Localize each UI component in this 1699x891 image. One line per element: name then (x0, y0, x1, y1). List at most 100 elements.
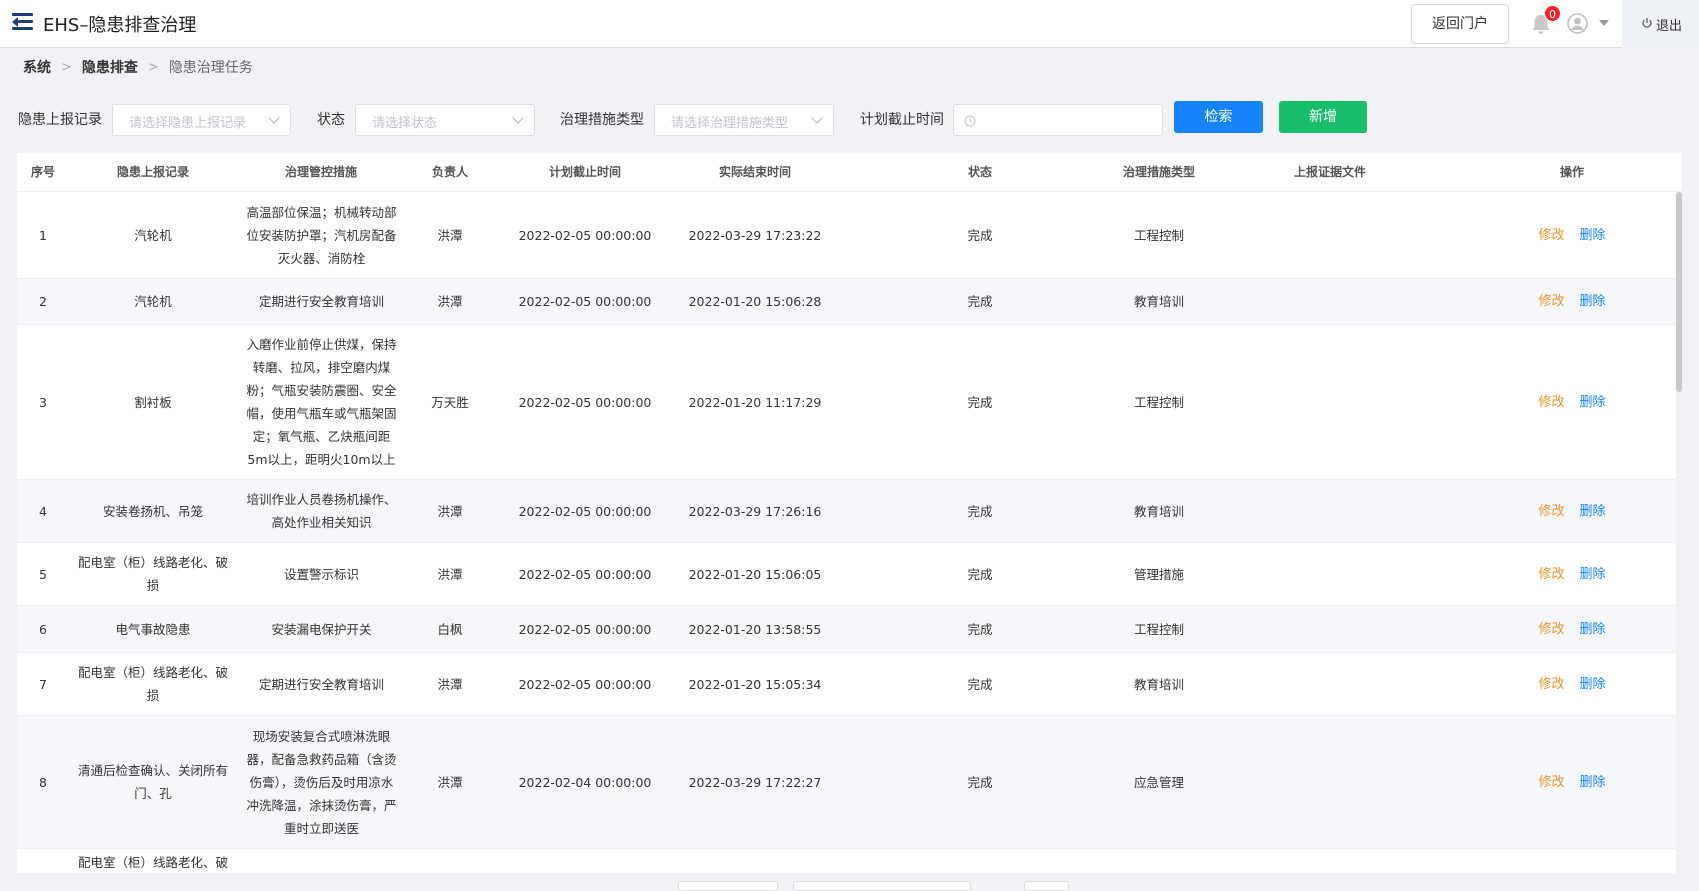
cell-record: 配电室（柜）线路老化、破 (77, 855, 228, 870)
column-header: 状态 (967, 165, 992, 179)
record-select[interactable]: 请选择隐患上报记录 (112, 104, 291, 136)
cell-actions: 修改 删除 (1482, 653, 1662, 715)
cell-actions: 修改 删除 (1482, 193, 1662, 278)
cell-actions: 修改 删除 (1482, 480, 1662, 542)
app-title: EHS–隐患排查治理 (43, 15, 197, 36)
cell-measure-type: 教育培训 (1133, 676, 1184, 692)
cell-no: 7 (39, 676, 47, 692)
cell-actual-end: 2022-03-29 17:23:22 (688, 228, 822, 243)
cell-actual-end: 2022-01-20 15:06:05 (688, 566, 822, 582)
cell-owner: 洪潭 (437, 676, 463, 692)
cell-owner: 洪潭 (437, 566, 463, 582)
edit-link[interactable]: 修改 (1538, 290, 1564, 313)
search-button[interactable]: 检索 (1174, 101, 1263, 133)
edit-link[interactable]: 修改 (1538, 673, 1564, 696)
delete-link[interactable]: 删除 (1580, 563, 1606, 586)
table-row: 配电室（柜）线路老化、破 (17, 849, 1676, 873)
breadcrumb-item-current: 隐患治理任务 (168, 60, 253, 76)
delete-link[interactable]: 删除 (1580, 771, 1606, 794)
table-row: 7 配电室（柜）线路老化、破损 定期进行安全教育培训 洪潭 2022-02-05… (17, 653, 1676, 716)
edit-link[interactable]: 修改 (1538, 771, 1564, 794)
breadcrumb-item-system[interactable]: 系统 (23, 57, 51, 77)
column-header: 上报证据文件 (1293, 165, 1366, 179)
logout-button[interactable]: 退出 (1622, 0, 1699, 48)
cell-measure: 现场安装复合式喷淋洗眼器，配备急救药品箱（含烫伤膏），烫伤后及时用凉水冲洗降温，… (246, 728, 397, 836)
menu-toggle-icon[interactable] (12, 13, 33, 31)
cell-actual-end: 2022-01-20 15:06:28 (688, 294, 822, 309)
cell-plan-deadline: 2022-02-05 00:00:00 (518, 503, 652, 519)
cell-owner: 洪潭 (437, 774, 463, 790)
cell-record: 割衬板 (134, 394, 172, 410)
delete-link[interactable]: 删除 (1580, 673, 1606, 696)
cell-record: 汽轮机 (134, 228, 172, 243)
cell-actions: 修改 删除 (1482, 543, 1662, 605)
logout-label: 退出 (1656, 19, 1683, 34)
table-row: 6 电气事故隐患 安装漏电保护开关 白枫 2022-02-05 00:00:00… (17, 606, 1676, 653)
breadcrumb-item-inspection[interactable]: 隐患排查 (82, 57, 138, 77)
cell-no: 6 (39, 621, 47, 637)
edit-link[interactable]: 修改 (1538, 618, 1564, 641)
cell-record: 汽轮机 (134, 294, 172, 309)
notification-badge: 0 (1544, 5, 1561, 22)
cell-plan-deadline: 2022-02-05 00:00:00 (518, 621, 652, 637)
delete-link[interactable]: 删除 (1580, 290, 1606, 313)
return-portal-button[interactable]: 返回门户 (1411, 4, 1509, 44)
status-select-placeholder: 请选择状态 (372, 116, 438, 131)
edit-link[interactable]: 修改 (1538, 224, 1564, 247)
cell-record: 配电室（柜）线路老化、破损 (77, 665, 228, 703)
task-table: 序号 隐患上报记录 治理管控措施 负责人 计划截止时间 实际结束时间 状态 治理… (17, 153, 1682, 873)
table-row: 2 汽轮机 定期进行安全教育培训 洪潭 2022-02-05 00:00:00 … (17, 279, 1676, 325)
breadcrumb: 系统 > 隐患排查 > 隐患治理任务 (23, 57, 253, 77)
table-header: 序号 隐患上报记录 治理管控措施 负责人 计划截止时间 实际结束时间 状态 治理… (17, 153, 1682, 192)
cell-measure: 定期进行安全教育培训 (258, 294, 384, 309)
edit-link[interactable]: 修改 (1538, 500, 1564, 523)
pagination-pages[interactable] (793, 881, 971, 891)
edit-link[interactable]: 修改 (1538, 391, 1564, 414)
delete-link[interactable]: 删除 (1580, 618, 1606, 641)
user-menu-caret-icon[interactable] (1599, 20, 1609, 26)
table-row: 8 清通后检查确认、关闭所有门、孔 现场安装复合式喷淋洗眼器，配备急救药品箱（含… (17, 716, 1676, 849)
delete-link[interactable]: 删除 (1580, 391, 1606, 414)
cell-measure: 设置警示标识 (283, 566, 359, 582)
edit-link[interactable]: 修改 (1538, 563, 1564, 586)
cell-actions: 修改 删除 (1482, 606, 1662, 652)
cell-measure-type: 应急管理 (1133, 774, 1184, 790)
cell-actual-end: 2022-03-29 17:26:16 (688, 503, 822, 519)
deadline-filter-label: 计划截止时间 (860, 112, 944, 128)
column-header: 隐患上报记录 (116, 165, 189, 179)
cell-status: 完成 (967, 566, 993, 582)
status-filter-label: 状态 (317, 112, 345, 128)
add-button[interactable]: 新增 (1279, 101, 1367, 133)
cell-measure: 入磨作业前停止供煤，保持转磨、拉风，排空磨内煤粉；气瓶安装防震圈、安全帽，使用气… (246, 337, 397, 467)
delete-link[interactable]: 删除 (1580, 224, 1606, 247)
cell-no: 3 (39, 394, 47, 410)
scrollbar-thumb[interactable] (1676, 192, 1682, 392)
column-header: 负责人 (431, 165, 468, 179)
table-scrollbar[interactable] (1676, 192, 1682, 873)
cell-owner: 白枫 (437, 621, 463, 637)
cell-no: 4 (39, 503, 47, 519)
column-header: 序号 (30, 165, 55, 179)
cell-status: 完成 (967, 228, 993, 243)
chevron-down-icon (811, 112, 823, 124)
delete-link[interactable]: 删除 (1580, 500, 1606, 523)
cell-measure-type: 工程控制 (1133, 394, 1184, 410)
deadline-date-picker[interactable] (953, 104, 1163, 136)
cell-plan-deadline: 2022-02-05 00:00:00 (518, 294, 652, 309)
pagination-jump-input[interactable] (1024, 881, 1069, 891)
column-header: 实际结束时间 (718, 165, 791, 179)
cell-status: 完成 (967, 621, 993, 637)
table-row: 4 安装卷扬机、吊笼 培训作业人员卷扬机操作、高处作业相关知识 洪潭 2022-… (17, 480, 1676, 543)
user-avatar-icon[interactable] (1567, 13, 1588, 34)
pagination-size-select[interactable] (678, 881, 778, 891)
cell-measure: 定期进行安全教育培训 (258, 676, 384, 692)
cell-record: 配电室（柜）线路老化、破损 (77, 555, 228, 593)
table-row: 3 割衬板 入磨作业前停止供煤，保持转磨、拉风，排空磨内煤粉；气瓶安装防震圈、安… (17, 325, 1676, 480)
cell-actual-end: 2022-01-20 11:17:29 (688, 394, 822, 410)
cell-measure: 培训作业人员卷扬机操作、高处作业相关知识 (246, 492, 397, 530)
chevron-down-icon (512, 112, 524, 124)
type-select[interactable]: 请选择治理措施类型 (654, 104, 834, 136)
cell-status: 完成 (967, 503, 993, 519)
cell-actual-end: 2022-01-20 15:05:34 (688, 676, 822, 692)
status-select[interactable]: 请选择状态 (355, 104, 535, 136)
